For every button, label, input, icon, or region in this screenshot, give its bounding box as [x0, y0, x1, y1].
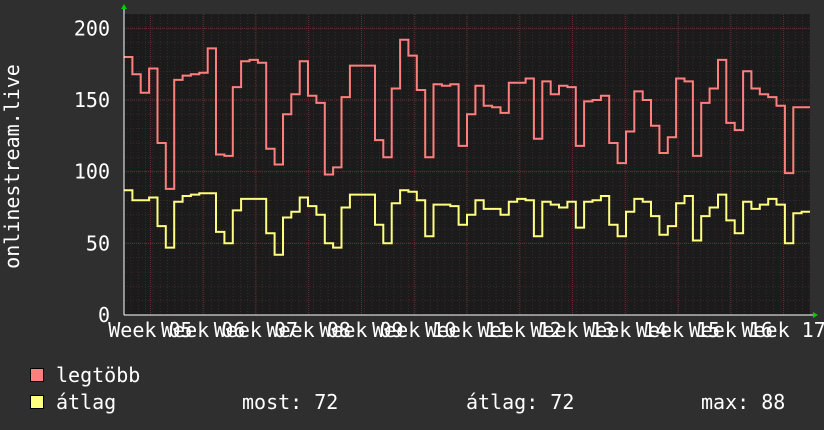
y-tick-label: 150 [74, 88, 110, 112]
y-axis-arrow [121, 4, 127, 9]
legend-entry-avg: átlag [30, 389, 116, 415]
x-tick-label: Week 17 [741, 318, 824, 342]
stat-now: most: 72 [242, 390, 339, 414]
y-tick-label: 200 [74, 16, 110, 40]
legend-label-avg: átlag [56, 390, 117, 414]
legend-label-max: legtöbb [56, 363, 141, 387]
y-axis-title: onlinestream.live [0, 64, 24, 269]
legend-swatch-max [30, 368, 44, 382]
stat-avg: átlag: 72 [466, 390, 575, 414]
chart: 050100150200Week 05Week 06Week 07Week 08… [0, 4, 824, 342]
legend-entry-max: legtöbb [30, 362, 140, 388]
y-tick-label: 50 [86, 231, 110, 255]
legend: legtöbb átlag most: 72 átlag: 72 max: 88 [0, 360, 824, 430]
legend-swatch-avg [30, 395, 44, 409]
y-tick-label: 100 [74, 160, 110, 184]
stat-max: max: 88 [701, 390, 786, 414]
